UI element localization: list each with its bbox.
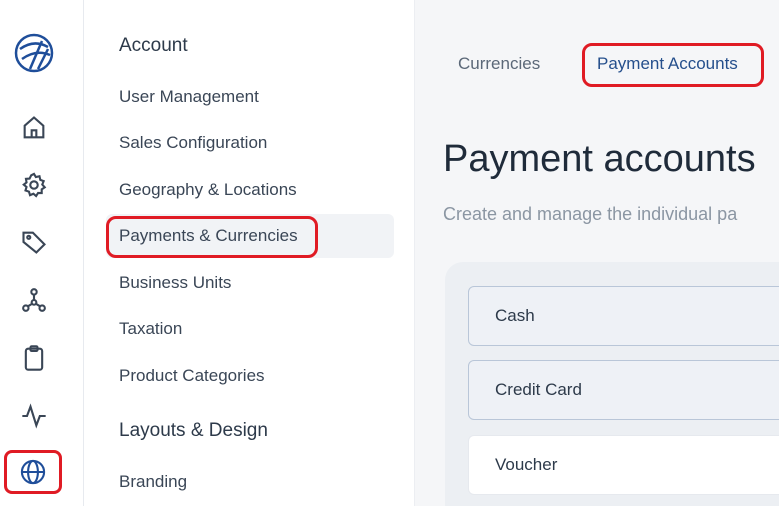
globe-icon[interactable] xyxy=(4,450,62,494)
logo-icon[interactable] xyxy=(12,31,56,75)
menu-item-user-management[interactable]: User Management xyxy=(119,87,259,107)
menu-item-payments-currencies[interactable]: Payments & Currencies xyxy=(119,226,298,246)
menu-item-geography-locations[interactable]: Geography & Locations xyxy=(119,180,297,200)
gear-icon[interactable] xyxy=(17,168,51,202)
menu-item-sales-configuration[interactable]: Sales Configuration xyxy=(119,133,267,153)
tag-icon[interactable] xyxy=(17,225,51,259)
settings-menu: Account User Management Sales Configurat… xyxy=(84,0,415,506)
activity-icon[interactable] xyxy=(17,399,51,433)
page-subtitle: Create and manage the individual pa xyxy=(443,204,738,224)
icon-rail xyxy=(0,0,84,506)
tab-currencies[interactable]: Currencies xyxy=(458,54,540,74)
account-row-credit-card[interactable]: Credit Card xyxy=(468,360,779,420)
section-title-layouts: Layouts & Design xyxy=(119,420,268,441)
account-row-cash[interactable]: Cash xyxy=(468,286,779,346)
section-title-account: Account xyxy=(119,35,188,56)
menu-item-product-categories[interactable]: Product Categories xyxy=(119,366,265,386)
account-row-voucher[interactable]: Voucher xyxy=(468,435,779,495)
menu-item-taxation[interactable]: Taxation xyxy=(119,319,182,339)
menu-item-business-units[interactable]: Business Units xyxy=(119,273,231,293)
clipboard-icon[interactable] xyxy=(17,341,51,375)
network-icon[interactable] xyxy=(17,283,51,317)
home-icon[interactable] xyxy=(17,111,51,145)
main-content: Currencies Payment Accounts Payment acco… xyxy=(415,0,779,506)
tab-payment-accounts[interactable]: Payment Accounts xyxy=(597,54,738,74)
page-title: Payment accounts xyxy=(443,138,756,180)
menu-item-branding[interactable]: Branding xyxy=(119,472,187,492)
